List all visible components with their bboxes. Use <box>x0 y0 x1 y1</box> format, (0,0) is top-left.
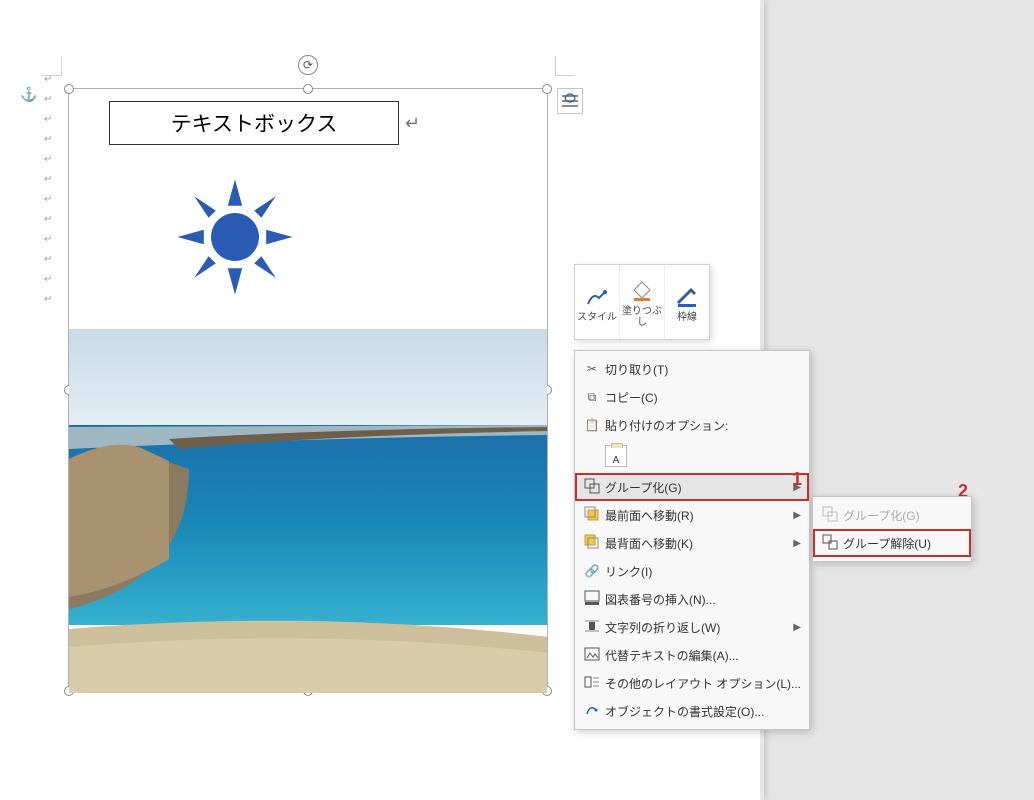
group-icon <box>817 506 843 525</box>
layout-icon <box>579 674 605 693</box>
submenu-arrow-icon: ▶ <box>793 510 801 521</box>
fill-label: 塗りつぶし <box>620 306 664 328</box>
menu-copy[interactable]: ⧉ コピー(C) <box>575 383 809 411</box>
menu-label: 代替テキストの編集(A)... <box>605 647 801 664</box>
caption-icon <box>579 590 605 609</box>
copy-icon: ⧉ <box>579 390 605 405</box>
menu-label: オブジェクトの書式設定(O)... <box>605 703 801 720</box>
wrap-text-icon <box>579 618 605 637</box>
menu-link[interactable]: 🔗 リンク(I) <box>575 557 809 585</box>
group-selection[interactable]: ⟳ テキストボックス ↵ <box>68 88 548 692</box>
submenu-arrow-icon: ▶ <box>793 622 801 633</box>
menu-bring-to-front[interactable]: 最前面へ移動(R) ▶ <box>575 501 809 529</box>
bring-front-icon <box>579 506 605 525</box>
clipboard-icon: 📋 <box>579 418 605 432</box>
menu-insert-caption[interactable]: 図表番号の挿入(N)... <box>575 585 809 613</box>
mini-toolbar: スタイル 塗りつぶし 枠線 <box>574 264 710 340</box>
rotate-handle-icon[interactable]: ⟳ <box>298 55 318 75</box>
sun-shape[interactable] <box>175 177 295 297</box>
alt-text-icon <box>579 646 605 665</box>
ungroup-icon <box>817 534 843 553</box>
submenu-label: グループ化(G) <box>843 507 963 524</box>
resize-handle[interactable] <box>64 84 74 94</box>
scissors-icon: ✂ <box>579 362 605 376</box>
menu-paste-options-header: 📋 貼り付けのオプション: <box>575 411 809 439</box>
menu-paste-option-keep-text[interactable]: A <box>575 439 809 473</box>
resize-handle[interactable] <box>542 84 552 94</box>
menu-edit-alt-text[interactable]: 代替テキストの編集(A)... <box>575 641 809 669</box>
menu-more-layout-options[interactable]: その他のレイアウト オプション(L)... <box>575 669 809 697</box>
margin-corner-icon <box>555 56 575 76</box>
submenu-label: グループ解除(U) <box>843 535 963 552</box>
menu-label: コピー(C) <box>605 389 801 406</box>
submenu-arrow-icon: ▶ <box>793 538 801 549</box>
anchor-icon: ⚓ <box>20 86 37 103</box>
callout-1: 1 <box>792 469 802 490</box>
inserted-picture[interactable] <box>69 329 547 693</box>
group-icon <box>579 478 605 497</box>
menu-label: 切り取り(T) <box>605 361 801 378</box>
menu-send-to-back[interactable]: 最背面へ移動(K) ▶ <box>575 529 809 557</box>
layout-options-button[interactable] <box>557 88 583 114</box>
submenu-ungroup[interactable]: グループ解除(U) <box>813 529 971 557</box>
text-box[interactable]: テキストボックス <box>109 101 399 145</box>
menu-cut[interactable]: ✂ 切り取り(T) <box>575 355 809 383</box>
context-menu: ✂ 切り取り(T) ⧉ コピー(C) 📋 貼り付けのオプション: A グループ化… <box>574 350 810 730</box>
link-icon: 🔗 <box>579 564 605 578</box>
text-box-content: テキストボックス <box>171 108 338 138</box>
style-label: スタイル <box>577 312 617 323</box>
menu-label: 最背面へ移動(K) <box>605 535 793 552</box>
paragraph-mark-icon: ↵ <box>405 113 420 134</box>
menu-label: リンク(I) <box>605 563 801 580</box>
format-icon <box>579 702 605 721</box>
menu-label: 図表番号の挿入(N)... <box>605 591 801 608</box>
menu-group[interactable]: グループ化(G) ▶ <box>575 473 809 501</box>
outline-label: 枠線 <box>677 312 697 323</box>
fill-button[interactable]: 塗りつぶし <box>620 265 665 339</box>
submenu-group: グループ化(G) <box>813 501 971 529</box>
resize-handle[interactable] <box>303 84 313 94</box>
send-back-icon <box>579 534 605 553</box>
menu-label: 文字列の折り返し(W) <box>605 619 793 636</box>
menu-label: 貼り付けのオプション: <box>605 417 801 434</box>
menu-label: その他のレイアウト オプション(L)... <box>605 675 801 692</box>
menu-wrap-text[interactable]: 文字列の折り返し(W) ▶ <box>575 613 809 641</box>
group-submenu: グループ化(G) グループ解除(U) <box>812 496 972 562</box>
outline-button[interactable]: 枠線 <box>665 265 709 339</box>
paragraph-marks: ↵↵↵↵↵ ↵↵↵↵↵ ↵↵ <box>44 70 54 310</box>
menu-format-object[interactable]: オブジェクトの書式設定(O)... <box>575 697 809 725</box>
style-button[interactable]: スタイル <box>575 265 620 339</box>
menu-label: グループ化(G) <box>605 479 793 496</box>
paste-text-only-icon: A <box>605 445 627 467</box>
menu-label: 最前面へ移動(R) <box>605 507 793 524</box>
